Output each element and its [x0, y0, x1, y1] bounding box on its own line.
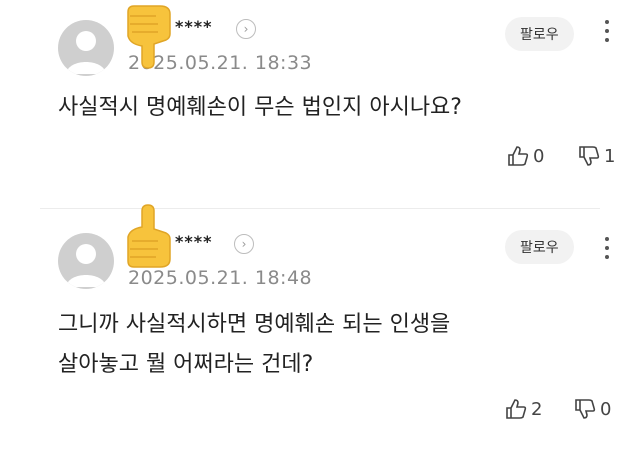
comment-line: 그니까 사실적시하면 명예훼손 되는 인생을: [58, 312, 451, 337]
dislike-button[interactable]: 1: [578, 145, 615, 167]
thumbs-up-emoji: [127, 204, 171, 268]
default-user-avatar-icon: [66, 244, 106, 287]
like-button[interactable]: 2: [505, 398, 542, 420]
more-options-icon[interactable]: [602, 20, 612, 46]
thumbs-down-outline-icon: [575, 399, 596, 419]
comment-line: 살아놓고 뭘 어쩌라는 건데?: [58, 352, 314, 377]
avatar[interactable]: [58, 20, 114, 76]
comment-date: 2025.05.21. 18:48: [128, 267, 313, 289]
dislike-button[interactable]: 0: [574, 398, 611, 420]
comment-1: **** › 2025.05.21. 18:33 팔로우 사실적시 명예훼손이 …: [0, 0, 640, 225]
dislike-count: 0: [600, 398, 612, 420]
username[interactable]: ****: [175, 17, 212, 36]
thumbs-up-outline-icon: [508, 146, 529, 166]
comment-2: **** › 2025.05.21. 18:48 팔로우 그니까 사실적시하면 …: [0, 204, 640, 440]
thumbs-up-outline-icon: [506, 399, 527, 419]
more-options-icon[interactable]: [602, 237, 612, 263]
follow-button[interactable]: 팔로우: [505, 17, 574, 51]
avatar[interactable]: [58, 233, 114, 289]
dislike-count: 1: [604, 145, 616, 167]
default-user-avatar-icon: [66, 31, 106, 74]
like-button[interactable]: 0: [507, 145, 544, 167]
comment-text: 사실적시 명예훼손이 무슨 법인지 아시나요?: [58, 88, 462, 128]
chevron-right-icon[interactable]: ›: [234, 234, 254, 254]
thumbs-down-outline-icon: [579, 146, 600, 166]
comment-text: 그니까 사실적시하면 명예훼손 되는 인생을 살아놓고 뭘 어쩌라는 건데?: [58, 305, 450, 385]
like-count: 0: [533, 145, 545, 167]
username[interactable]: ****: [175, 232, 212, 251]
comment-line: 사실적시 명예훼손이 무슨 법인지 아시나요?: [58, 95, 462, 120]
chevron-right-icon[interactable]: ›: [236, 19, 256, 39]
thumbs-down-emoji: [127, 5, 171, 69]
like-count: 2: [531, 398, 543, 420]
follow-button[interactable]: 팔로우: [505, 230, 574, 264]
